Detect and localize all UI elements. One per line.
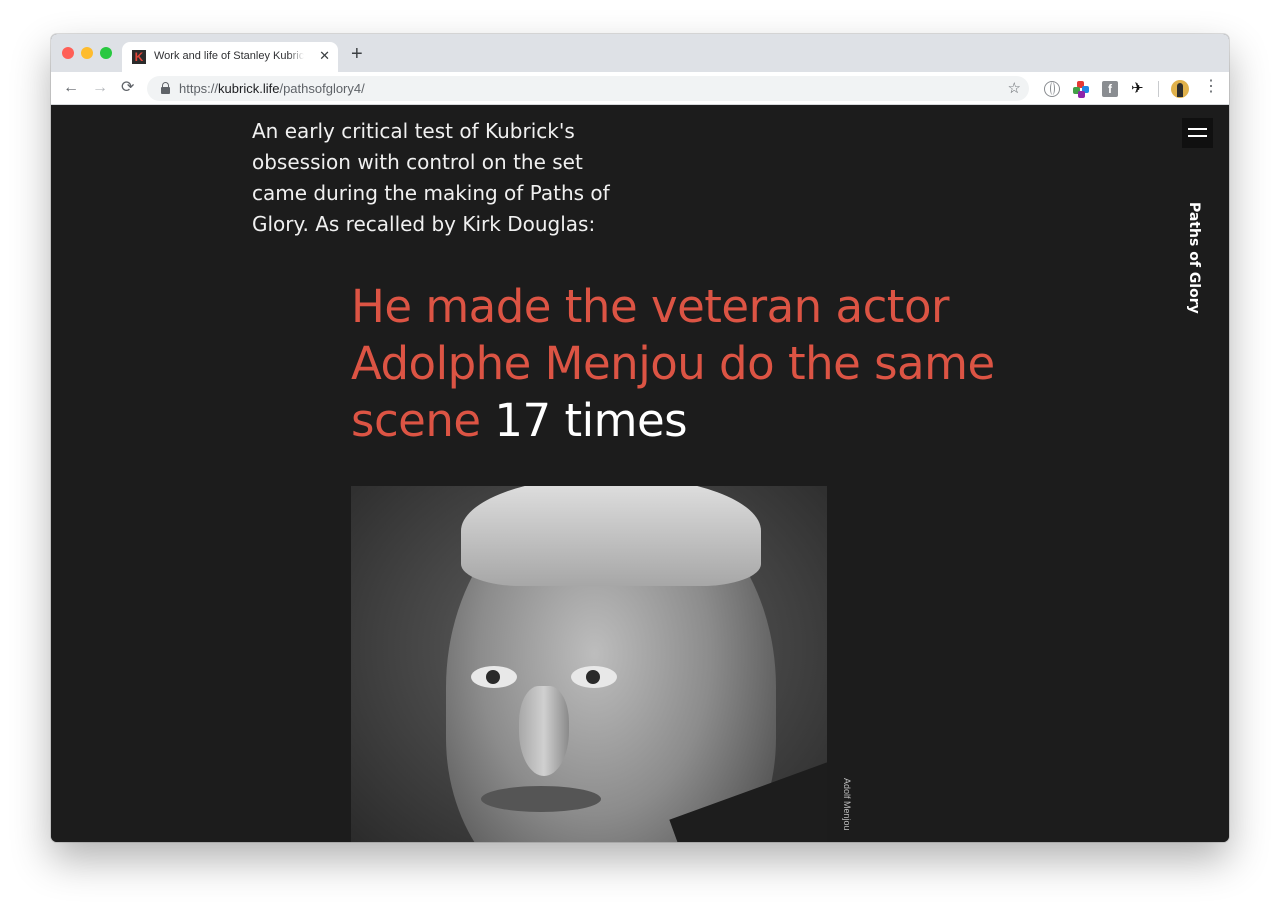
facebook-icon[interactable]: f — [1102, 81, 1118, 97]
maximize-window-button[interactable] — [100, 47, 112, 59]
pull-quote: He made the veteran actor Adolphe Menjou… — [351, 278, 1011, 449]
page-content: An early critical test of Kubrick's obse… — [51, 106, 1229, 842]
hamburger-line — [1188, 128, 1207, 130]
lock-icon — [161, 82, 170, 94]
profile-avatar[interactable] — [1171, 80, 1189, 98]
url-text[interactable]: https://kubrick.life/pathsofglory4/ — [179, 81, 365, 96]
toolbar-divider — [1158, 81, 1159, 97]
menu-hamburger-button[interactable] — [1182, 118, 1213, 148]
bird-icon[interactable]: ✈ — [1131, 81, 1147, 97]
browser-toolbar: ← → ⟳ https://kubrick.life/pathsofglory4… — [51, 72, 1229, 105]
kubrick-favicon-icon: K — [132, 50, 146, 64]
tab-title: Work and life of Stanley Kubrick — [154, 50, 304, 62]
menjou-portrait-photo — [351, 486, 827, 842]
url-path: /pathsofglory4/ — [279, 81, 365, 96]
url-host: kubrick.life — [218, 81, 280, 96]
new-tab-button[interactable]: + — [351, 44, 363, 64]
tab-kubrick[interactable]: K Work and life of Stanley Kubrick ✕ — [122, 42, 338, 72]
browser-menu-icon[interactable]: ⋮ — [1203, 78, 1219, 96]
section-label-vertical: Paths of Glory — [1186, 202, 1202, 314]
bookmark-star-icon[interactable]: ☆ — [1008, 79, 1021, 97]
quote-white-text: 17 times — [494, 394, 688, 447]
back-arrow-icon[interactable]: ← — [63, 79, 79, 97]
hamburger-line — [1188, 135, 1207, 137]
photo-caption: Adolf Menjou — [842, 778, 852, 831]
url-scheme: https:// — [179, 81, 219, 96]
tab-strip: K Work and life of Stanley Kubrick ✕ + — [51, 34, 1229, 72]
reload-icon[interactable]: ⟳ — [121, 79, 134, 97]
forward-arrow-icon[interactable]: → — [92, 79, 108, 97]
close-window-button[interactable] — [62, 47, 74, 59]
globe-icon[interactable] — [1044, 81, 1060, 97]
tab-close-icon[interactable]: ✕ — [319, 49, 330, 63]
minimize-window-button[interactable] — [81, 47, 93, 59]
intro-paragraph: An early critical test of Kubrick's obse… — [252, 119, 610, 236]
color-wheel-icon[interactable] — [1073, 81, 1089, 98]
address-bar[interactable]: https://kubrick.life/pathsofglory4/ ☆ — [147, 76, 1029, 101]
browser-window: K Work and life of Stanley Kubrick ✕ + ←… — [51, 34, 1229, 842]
